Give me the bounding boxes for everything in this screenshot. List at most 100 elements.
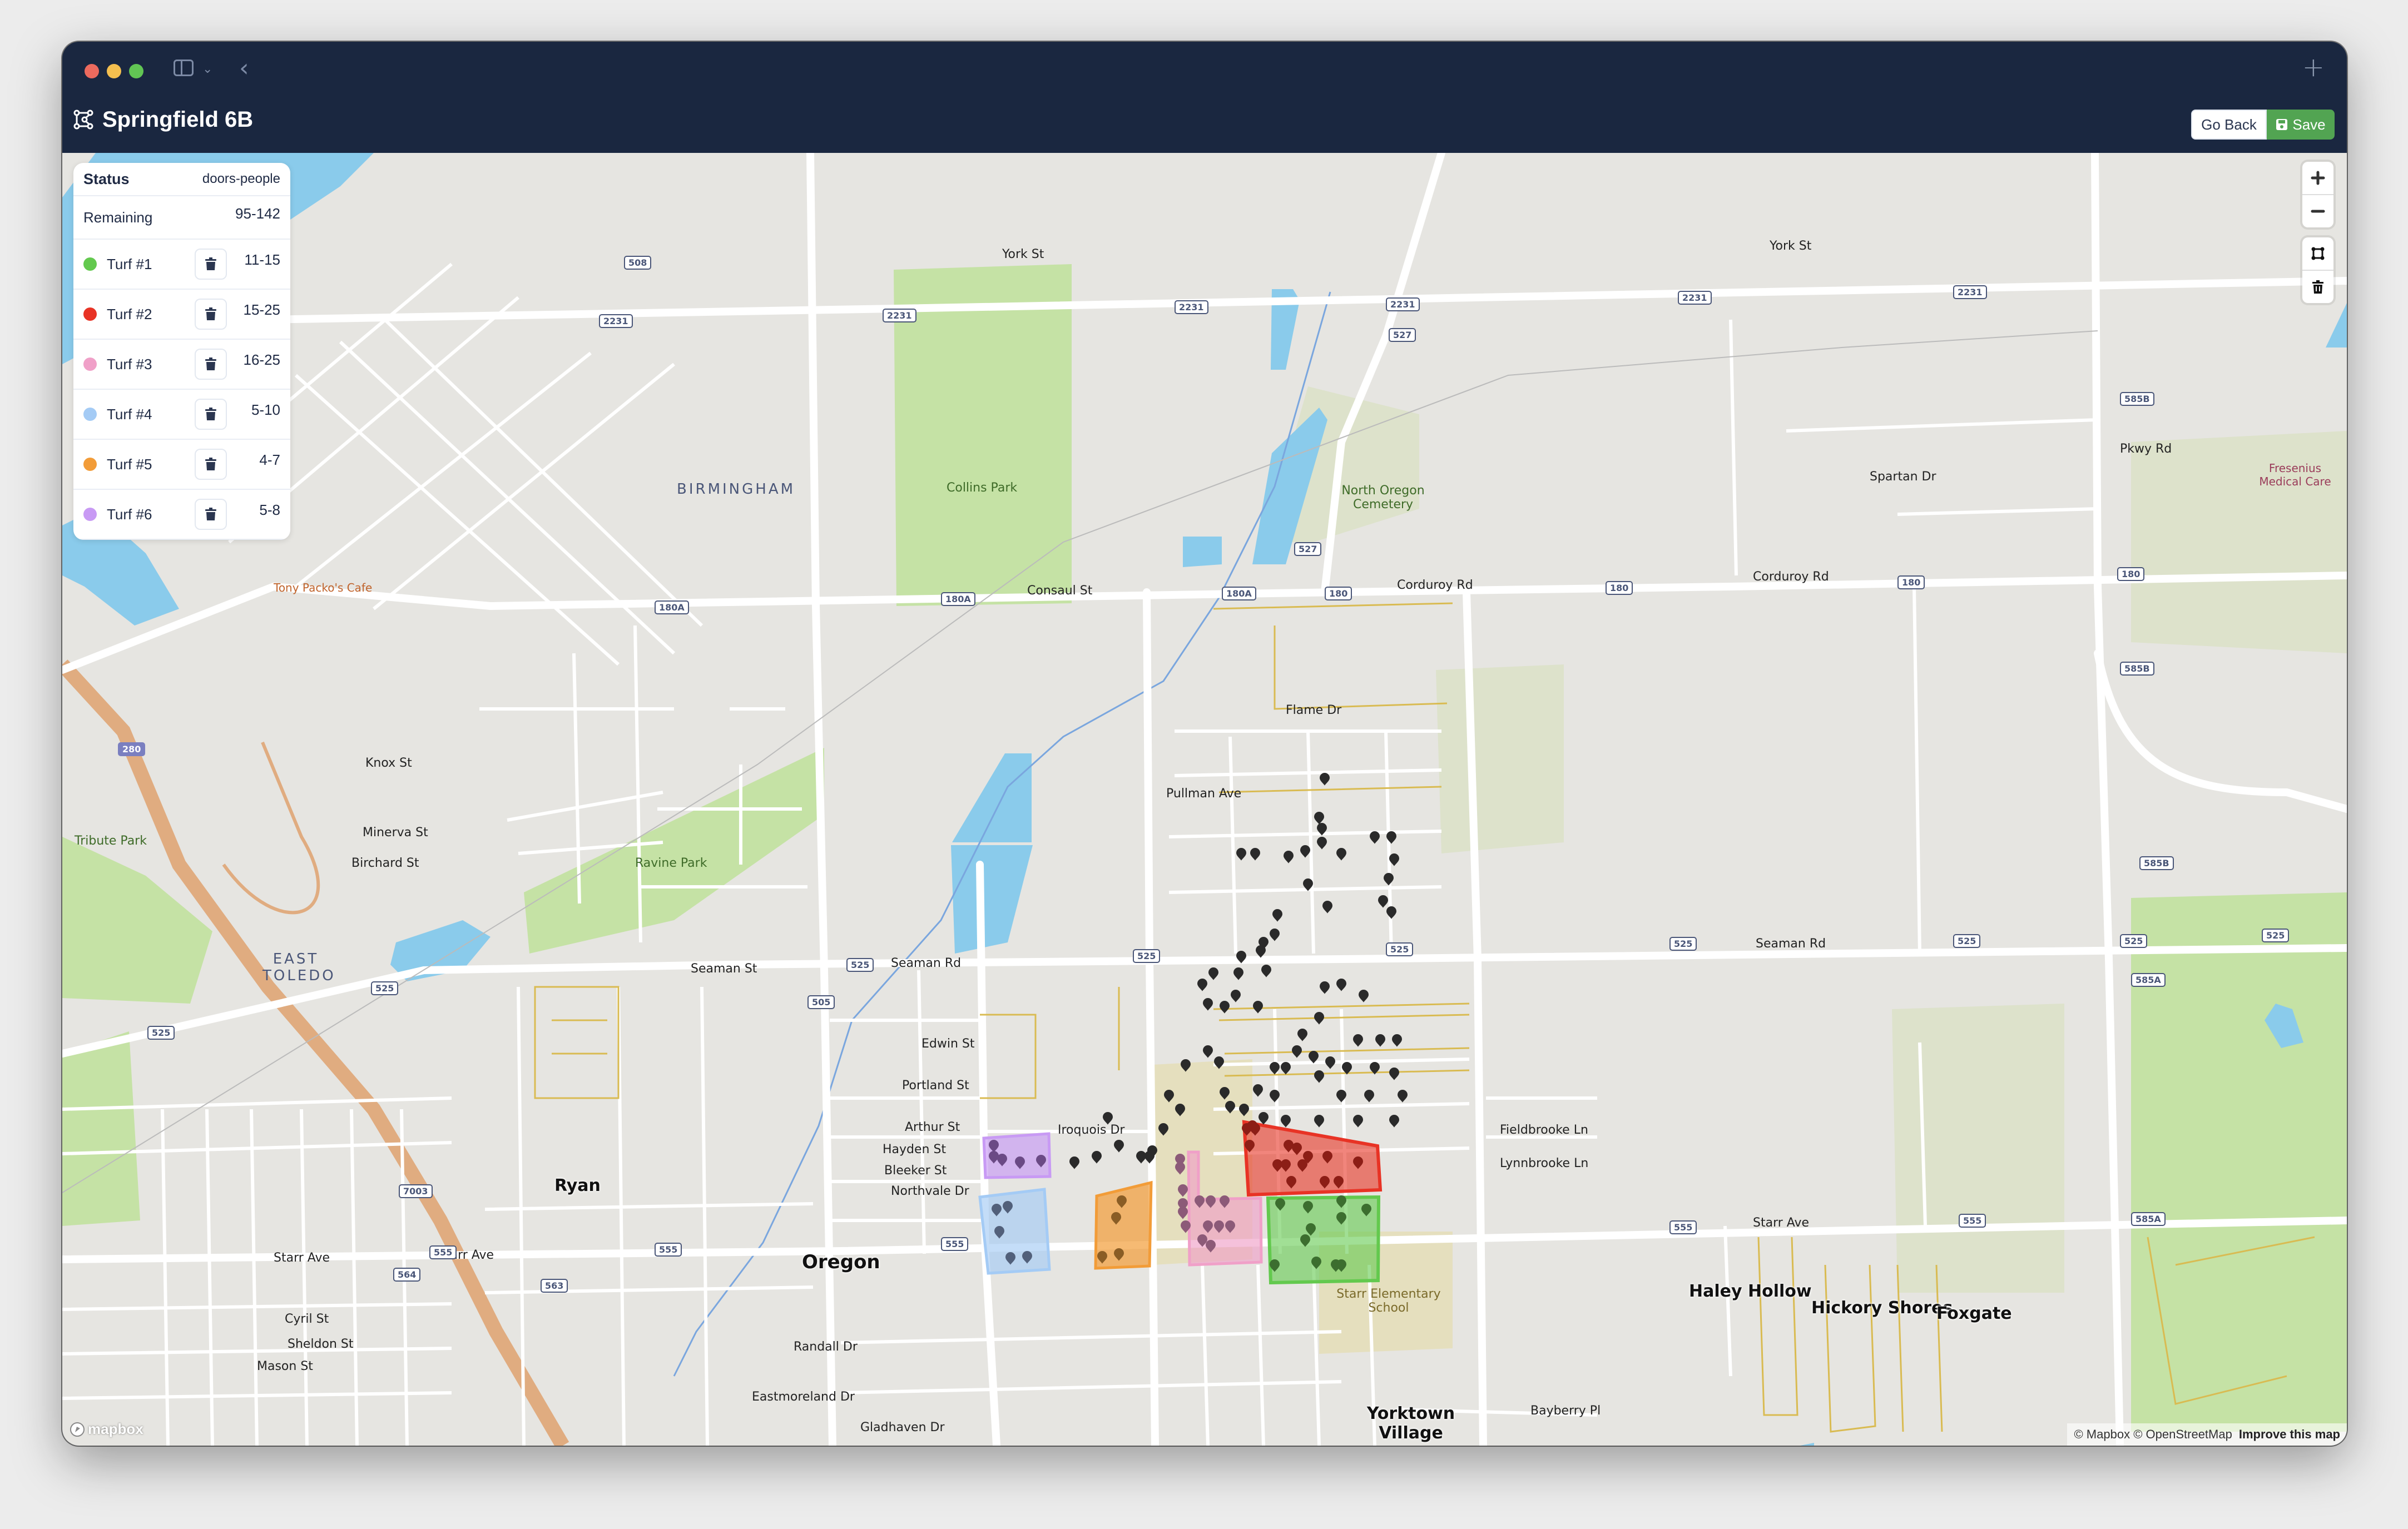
delete-turf-button[interactable] [195,399,227,430]
voter-pin[interactable] [1353,1034,1363,1047]
street-label: Bleeker St [884,1164,947,1178]
voter-pin[interactable] [1203,998,1213,1011]
zoom-window-button[interactable] [129,64,143,78]
chevron-down-icon[interactable]: ⌄ [202,62,212,76]
delete-turf-button[interactable] [195,299,227,330]
voter-pin[interactable] [1378,895,1388,908]
zoom-out-button[interactable] [2302,194,2333,227]
turf-row[interactable]: Turf #2 15-25 [73,290,290,340]
voter-pin[interactable] [1320,981,1330,994]
route-shield: 527 [1294,542,1322,556]
pond-ne [2326,303,2347,348]
voter-pin[interactable] [1258,1112,1269,1125]
street-label: Knox St [365,756,412,770]
voter-pin[interactable] [1203,1045,1213,1058]
voter-pin[interactable] [1384,873,1394,886]
pond-haley [1800,1443,1814,1446]
voter-pin[interactable] [1364,1090,1374,1103]
chevron-left-icon[interactable]: ‹ [239,54,249,82]
turf-actions: 15-25 [195,299,280,330]
voter-pin[interactable] [1069,1156,1079,1169]
voter-pin[interactable] [1370,831,1380,844]
voter-pin[interactable] [1322,901,1332,914]
street-label: Corduroy Rd [1397,578,1473,592]
voter-pin[interactable] [1220,1001,1230,1014]
sidebar-toggle-icon[interactable] [174,59,194,76]
turf-row[interactable]: Turf #5 4-7 [73,440,290,490]
voter-pin[interactable] [1359,990,1369,1002]
voter-pin[interactable] [1270,1062,1280,1075]
voter-pin[interactable] [1389,1068,1399,1080]
turf-row[interactable]: Turf #6 5-8 [73,490,290,540]
mapbox-logo[interactable]: mapbox [69,1421,143,1438]
voter-pin[interactable] [1270,929,1280,941]
voter-pin[interactable] [1300,845,1310,858]
voter-pin[interactable] [1284,851,1294,863]
delete-polygon-button[interactable] [2302,270,2333,303]
voter-pin[interactable] [1392,1034,1402,1047]
draw-polygon-button[interactable] [2302,237,2333,270]
mapbox-attribution-link[interactable]: © Mapbox [2074,1427,2130,1442]
voter-pin[interactable] [1197,979,1207,991]
voter-pin[interactable] [1136,1151,1146,1164]
voter-pin[interactable] [1261,965,1271,977]
turf-actions: 5-8 [195,499,280,530]
voter-pin[interactable] [1389,1115,1399,1128]
voter-pin[interactable] [1236,848,1246,861]
go-back-button[interactable]: Go Back [2191,110,2267,140]
improve-map-link[interactable]: Improve this map [2239,1427,2340,1442]
delete-turf-button[interactable] [195,499,227,530]
voter-pin[interactable] [1253,1084,1263,1097]
map-canvas[interactable]: York St York St Consaul St Corduroy Rd C… [62,153,2347,1446]
turf-row[interactable]: Turf #3 16-25 [73,340,290,390]
turf-name: Turf #1 [107,255,152,272]
voter-pin[interactable] [1375,1034,1385,1047]
zoom-in-button[interactable] [2302,162,2333,194]
voter-pin[interactable] [1325,1056,1335,1069]
voter-pin[interactable] [1336,979,1346,991]
voter-pin[interactable] [1250,848,1260,861]
close-window-button[interactable] [85,64,99,78]
voter-pin[interactable] [1092,1151,1102,1164]
voter-pin[interactable] [1114,1140,1124,1153]
voter-pin[interactable] [1336,848,1346,861]
voter-pin[interactable] [1208,967,1218,980]
voter-pin[interactable] [1281,1115,1291,1128]
delete-turf-button[interactable] [195,249,227,280]
voter-pin[interactable] [1314,812,1324,825]
voter-pin[interactable] [1320,773,1330,786]
minimize-window-button[interactable] [107,64,121,78]
delete-turf-button[interactable] [195,349,227,380]
turf-row[interactable]: Turf #4 5-10 [73,390,290,440]
park-label: Tribute Park [75,834,147,848]
voter-pin[interactable] [1231,990,1241,1002]
voter-pin[interactable] [1314,1012,1324,1025]
turf-info: Turf #4 [83,406,152,423]
turf-color-dot [83,508,97,521]
voter-pin[interactable] [1253,1001,1263,1014]
voter-pin[interactable] [1292,1045,1302,1058]
voter-pin[interactable] [1297,1029,1307,1041]
highway-ramp [222,741,320,915]
voter-pin[interactable] [1314,1115,1324,1128]
voter-pin[interactable] [1233,967,1243,980]
turf-name: Turf #3 [107,355,152,373]
delete-turf-button[interactable] [195,449,227,480]
voter-pin[interactable] [1281,1062,1291,1075]
voter-pin[interactable] [1317,837,1327,850]
plus-icon[interactable]: + [2302,52,2325,83]
route-shield: 525 [1386,942,1414,956]
title-bar: ⌄ ‹ + [62,42,2347,92]
street-label: Arthur St [905,1120,960,1134]
voter-pin[interactable] [1314,1070,1324,1083]
voter-pin[interactable] [1398,1090,1408,1103]
voter-pin[interactable] [1353,1115,1363,1128]
osm-attribution-link[interactable]: © OpenStreetMap [2133,1427,2232,1442]
turf-row[interactable]: Turf #1 11-15 [73,240,290,290]
route-shield: 180 [1897,575,1925,589]
street-label: York St [1002,247,1044,261]
turf-4-polygon [978,1188,1051,1275]
voter-pin[interactable] [1272,909,1282,922]
voter-pin[interactable] [1386,906,1396,919]
save-button[interactable]: Save [2267,110,2335,140]
